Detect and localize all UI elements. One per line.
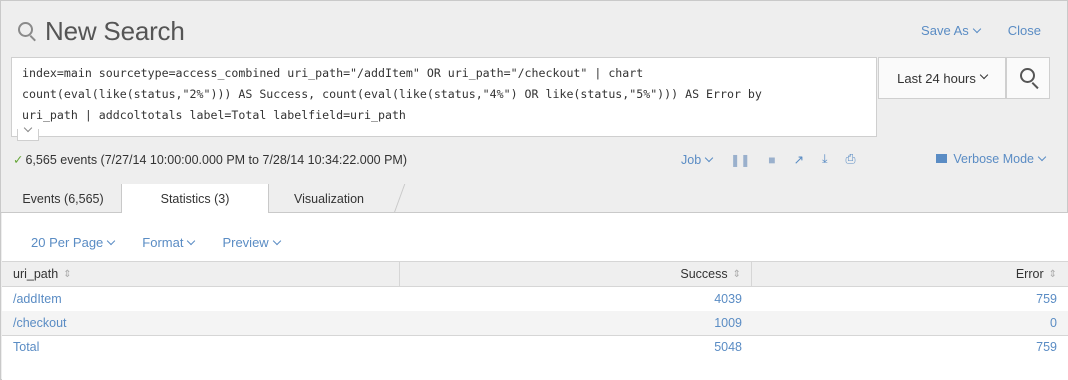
success-cell[interactable]: 4039 — [400, 287, 752, 311]
search-mode-selector[interactable]: Verbose Mode — [936, 152, 1047, 166]
chevron-down-icon — [107, 236, 116, 246]
query-expand-toggle[interactable] — [17, 123, 39, 141]
column-header-success[interactable]: Success ⇕ — [400, 262, 752, 286]
error-cell[interactable]: 0 — [752, 311, 1068, 335]
print-icon[interactable]: ⎙ — [846, 152, 856, 167]
error-cell[interactable]: 759 — [752, 287, 1068, 311]
tab-divider — [393, 184, 406, 213]
event-count-status: ✓ 6,565 events (7/27/14 10:00:00.000 PM t… — [13, 152, 407, 167]
success-cell[interactable]: 5048 — [400, 335, 752, 359]
table-header-row: uri_path ⇕ Success ⇕ Error ⇕ — [2, 261, 1068, 287]
mode-icon — [936, 154, 948, 163]
job-controls: Job ❚❚ ■ ↗ ⤓ ⎙ — [681, 152, 856, 167]
job-menu-label: Job — [681, 152, 702, 167]
table-options: 20 Per Page Format Preview — [31, 235, 281, 250]
chevron-down-icon — [187, 236, 196, 246]
tab-visualization[interactable]: Visualization — [269, 184, 389, 213]
column-header-uri-path[interactable]: uri_path ⇕ — [2, 262, 400, 286]
column-header-error[interactable]: Error ⇕ — [752, 262, 1068, 286]
chevron-down-icon — [272, 236, 281, 246]
event-count-text: 6,565 events (7/27/14 10:00:00.000 PM to… — [25, 153, 408, 167]
format-menu[interactable]: Format — [142, 235, 196, 250]
time-range-picker[interactable]: Last 24 hours — [878, 57, 1006, 99]
header-actions: Save As Close — [921, 23, 1041, 38]
search-mode-label: Verbose Mode — [953, 152, 1034, 166]
preview-label: Preview — [222, 235, 269, 250]
export-icon[interactable]: ⤓ — [822, 152, 828, 167]
share-icon[interactable]: ↗ — [794, 152, 804, 167]
query-line-2: count(eval(like(status,"2%"))) AS Succes… — [22, 87, 762, 101]
chevron-down-icon — [1037, 152, 1047, 162]
error-cell[interactable]: 759 — [752, 335, 1068, 359]
save-as-button[interactable]: Save As — [921, 23, 981, 38]
column-header-label: Error — [1015, 267, 1044, 281]
tab-events[interactable]: Events (6,565) — [7, 184, 119, 213]
search-app-frame: New Search Save As Close index=main sour… — [0, 0, 1068, 380]
uri-path-cell[interactable]: /addItem — [2, 287, 400, 311]
per-page-label: 20 Per Page — [31, 235, 104, 250]
title-group: New Search — [17, 16, 185, 47]
query-line-1: index=main sourcetype=access_combined ur… — [22, 66, 644, 80]
results-tabs: Events (6,565) Statistics (3) Visualizat… — [1, 184, 1067, 214]
search-header: New Search Save As Close — [1, 1, 1067, 51]
results-table: uri_path ⇕ Success ⇕ Error ⇕ /addItem 4039 … — [2, 261, 1068, 359]
time-range-label: Last 24 hours — [897, 70, 976, 86]
column-header-label: uri_path — [13, 267, 59, 281]
chevron-down-icon — [972, 24, 981, 34]
job-menu-button[interactable]: Job — [681, 152, 714, 167]
tab-statistics[interactable]: Statistics (3) — [121, 184, 269, 214]
sort-icon: ⇕ — [1048, 268, 1057, 280]
format-label: Format — [142, 235, 184, 250]
statistics-panel: 20 Per Page Format Preview uri_path ⇕ Suc… — [2, 213, 1068, 380]
close-button[interactable]: Close — [1008, 23, 1041, 38]
table-row: /addItem 4039 759 — [2, 287, 1068, 311]
table-bottom-border — [2, 335, 1068, 336]
table-row: /checkout 1009 0 — [2, 311, 1068, 335]
preview-menu[interactable]: Preview — [222, 235, 281, 250]
success-cell[interactable]: 1009 — [400, 311, 752, 335]
pause-icon[interactable]: ❚❚ — [730, 153, 750, 167]
uri-path-cell[interactable]: /checkout — [2, 311, 400, 335]
save-as-label: Save As — [921, 23, 969, 38]
query-line-3: uri_path | addcoltotals label=Total labe… — [22, 108, 406, 122]
table-row: Total 5048 759 — [2, 335, 1068, 359]
column-header-label: Success — [680, 267, 728, 281]
search-query-input[interactable]: index=main sourcetype=access_combined ur… — [11, 57, 877, 137]
chevron-down-icon — [704, 153, 714, 162]
uri-path-cell[interactable]: Total — [2, 335, 400, 359]
check-icon: ✓ — [13, 153, 24, 167]
job-status-bar: ✓ 6,565 events (7/27/14 10:00:00.000 PM t… — [13, 151, 1057, 171]
stop-icon[interactable]: ■ — [768, 153, 775, 167]
chevron-down-icon — [979, 70, 989, 80]
search-icon — [1020, 68, 1035, 83]
sort-icon: ⇕ — [63, 268, 72, 280]
page-title: New Search — [45, 16, 185, 46]
per-page-menu[interactable]: 20 Per Page — [31, 235, 116, 250]
sort-icon: ⇕ — [732, 268, 741, 280]
search-button[interactable] — [1006, 57, 1050, 99]
search-icon — [17, 21, 39, 43]
